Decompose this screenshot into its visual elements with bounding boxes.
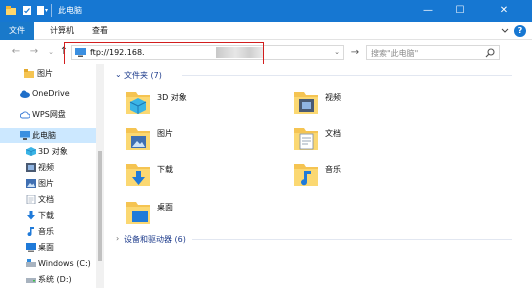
folders-group-header[interactable]: 文件夹 (7) xyxy=(124,70,162,81)
sidebar-item-label: Windows (C:) xyxy=(38,259,91,268)
picture-folder-icon xyxy=(126,128,150,150)
minimize-button[interactable]: — xyxy=(412,0,444,22)
sidebar-item-label: 图片 xyxy=(38,179,54,188)
go-arrow-icon[interactable]: → xyxy=(348,45,362,60)
redacted-address-segment xyxy=(216,47,264,58)
sidebar-item-pictures[interactable]: 图片 xyxy=(0,176,96,191)
folder-app-icon[interactable] xyxy=(6,5,16,16)
sidebar-item-drive-c[interactable]: Windows (C:) xyxy=(0,256,96,271)
drive-icon xyxy=(26,278,36,283)
sidebar-item-label: 视频 xyxy=(38,163,54,172)
search-input[interactable]: 搜索"此电脑" xyxy=(371,48,418,59)
group-divider xyxy=(182,75,512,76)
sidebar-item-label: WPS网盘 xyxy=(32,110,66,119)
sidebar-item-label: OneDrive xyxy=(32,89,70,98)
tab-view[interactable]: 查看 xyxy=(92,22,108,40)
sidebar-item-documents[interactable]: 文档 xyxy=(0,192,96,207)
sidebar-item-3d-objects[interactable]: 3D 对象 xyxy=(0,144,96,159)
computer-icon xyxy=(75,48,86,57)
folder-label: 文档 xyxy=(325,129,341,138)
back-arrow-icon[interactable]: ← xyxy=(10,45,22,59)
picture-icon xyxy=(26,179,36,188)
sidebar-item-downloads[interactable]: 下载 xyxy=(0,208,96,223)
cube-folder-icon xyxy=(126,92,150,114)
sidebar-item-music[interactable]: 音乐 xyxy=(0,224,96,239)
devices-group-header[interactable]: 设备和驱动器 (6) xyxy=(124,234,186,245)
search-box[interactable]: 搜索"此电脑" xyxy=(366,45,500,60)
video-folder-icon xyxy=(294,92,318,114)
up-arrow-icon[interactable]: ↑ xyxy=(58,45,70,59)
properties-icon[interactable] xyxy=(22,5,32,16)
sidebar-item-label: 图片 xyxy=(37,69,53,78)
sidebar-item-label: 下载 xyxy=(38,211,54,220)
group-divider xyxy=(192,239,512,240)
folder-label: 图片 xyxy=(157,129,173,138)
sidebar-item-label: 系统 (D:) xyxy=(38,275,72,284)
folders-group-toggle-icon[interactable]: ⌄ xyxy=(115,70,122,79)
close-button[interactable]: ✕ xyxy=(476,0,532,22)
tab-file[interactable]: 文件 xyxy=(0,22,34,40)
music-folder-icon xyxy=(294,164,318,186)
address-input[interactable]: ftp://192.168. xyxy=(90,48,145,57)
sidebar-item-desktop[interactable]: 桌面 xyxy=(0,240,96,255)
sidebar-item-label: 文档 xyxy=(38,195,54,204)
folder-icon xyxy=(24,69,34,78)
download-icon xyxy=(27,211,35,220)
desktop-folder-icon xyxy=(126,202,150,224)
cloud-icon xyxy=(20,90,30,98)
computer-icon xyxy=(20,131,30,140)
sidebar-item-label: 3D 对象 xyxy=(38,147,68,156)
folder-tile-desktop[interactable]: 桌面 xyxy=(124,196,254,232)
folder-label: 音乐 xyxy=(325,165,341,174)
cloud-outline-icon xyxy=(20,111,30,119)
address-bar[interactable]: ftp://192.168. ⌄ xyxy=(71,45,344,60)
recent-dropdown-icon[interactable]: ⌄ xyxy=(45,45,57,59)
folder-tile-3d-objects[interactable]: 3D 对象 xyxy=(124,86,254,122)
sidebar-item-pictures-quick[interactable]: 图片 xyxy=(0,66,96,81)
navigation-pane: 图片 OneDrive WPS网盘 此电脑 3D 对象 视频 图片 文档 下载 … xyxy=(0,64,104,288)
download-folder-icon xyxy=(126,164,150,186)
folder-tile-music[interactable]: 音乐 xyxy=(292,158,422,194)
ribbon-tabs: 文件 计算机 查看 ? xyxy=(0,22,532,40)
forward-arrow-icon[interactable]: → xyxy=(28,45,40,59)
desktop-icon xyxy=(26,243,36,252)
content-area: ⌄ 文件夹 (7) 3D 对象 视频 图片 文档 下载 音乐 桌面 › 设备和驱… xyxy=(104,64,532,288)
title-separator xyxy=(51,4,52,17)
folder-label: 视频 xyxy=(325,93,341,102)
sidebar-item-label: 桌面 xyxy=(38,243,54,252)
address-dropdown-icon[interactable]: ⌄ xyxy=(334,48,340,56)
document-folder-icon xyxy=(294,128,318,150)
help-button[interactable]: ? xyxy=(514,25,526,37)
sidebar-item-onedrive[interactable]: OneDrive xyxy=(0,86,96,101)
sidebar-item-this-pc[interactable]: 此电脑 xyxy=(0,128,96,143)
folder-label: 桌面 xyxy=(157,203,173,212)
devices-group-toggle-icon[interactable]: › xyxy=(116,234,119,243)
maximize-button[interactable]: ☐ xyxy=(444,0,476,22)
drive-icon xyxy=(26,259,36,267)
video-icon xyxy=(26,163,36,172)
sidebar-scrollbar-thumb[interactable] xyxy=(98,151,102,261)
tab-computer[interactable]: 计算机 xyxy=(50,22,74,40)
folder-tile-downloads[interactable]: 下载 xyxy=(124,158,254,194)
sidebar-item-wps-drive[interactable]: WPS网盘 xyxy=(0,107,96,122)
folder-label: 下载 xyxy=(157,165,173,174)
sidebar-item-label: 此电脑 xyxy=(32,131,56,140)
sidebar-item-label: 音乐 xyxy=(38,227,54,236)
folder-label: 3D 对象 xyxy=(157,93,187,102)
folder-tile-videos[interactable]: 视频 xyxy=(292,86,422,122)
music-icon xyxy=(27,227,34,236)
sidebar-item-videos[interactable]: 视频 xyxy=(0,160,96,175)
window-title: 此电脑 xyxy=(58,6,82,15)
folder-tile-pictures[interactable]: 图片 xyxy=(124,122,254,158)
navigation-bar: ← → ⌄ ↑ ftp://192.168. ⌄ → 搜索"此电脑" xyxy=(0,41,532,64)
cube-icon xyxy=(26,147,36,156)
search-icon[interactable] xyxy=(485,48,495,58)
chevron-down-icon[interactable] xyxy=(500,25,510,35)
folder-tile-documents[interactable]: 文档 xyxy=(292,122,422,158)
document-icon xyxy=(26,195,36,204)
sidebar-item-drive-d[interactable]: 系统 (D:) xyxy=(0,272,96,287)
title-bar: ▾ 此电脑 — ☐ ✕ xyxy=(0,0,532,22)
